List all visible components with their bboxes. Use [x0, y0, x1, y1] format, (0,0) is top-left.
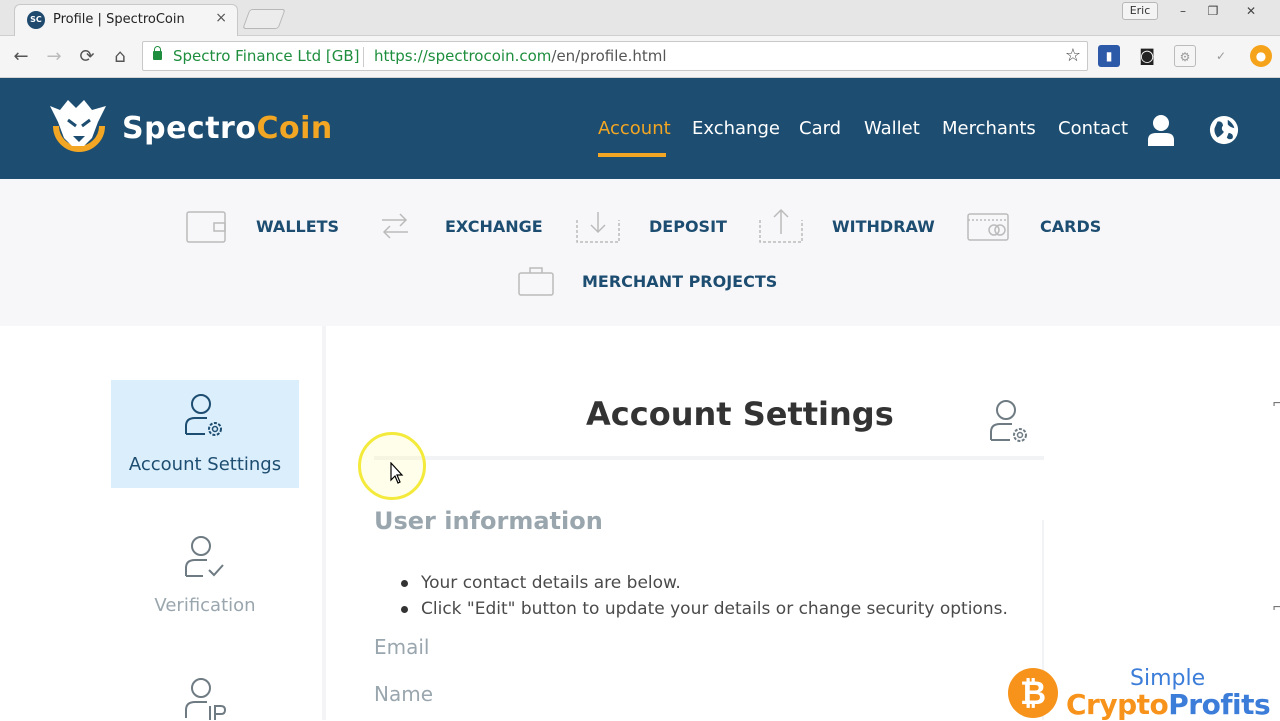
nav-wallet[interactable]: Wallet: [864, 118, 920, 139]
site-header: SpectroCoin Account Exchange Card Wallet…: [0, 78, 1280, 179]
home-icon[interactable]: ⌂: [108, 45, 132, 69]
url-text[interactable]: https://spectrocoin.com/en/profile.html: [374, 47, 667, 65]
spectrocoin-favicon-icon: SC: [27, 11, 45, 29]
reload-icon[interactable]: ⟳: [75, 45, 99, 69]
site-logo-text[interactable]: SpectroCoin: [122, 111, 333, 146]
nav-exchange[interactable]: Exchange: [692, 118, 780, 139]
user-settings-icon: [185, 394, 222, 436]
info-bullet-list: Your contact details are below. Click "E…: [401, 572, 1008, 624]
wallet-icon: [186, 211, 226, 243]
url-host: https://spectrocoin.com: [374, 47, 552, 65]
check-extension-icon[interactable]: ✓: [1210, 45, 1232, 67]
ev-certificate-label: Spectro Finance Ltd [GB]: [173, 47, 360, 65]
edge-glyph: ⌐: [1272, 600, 1280, 616]
sidebar-verification-label: Verification: [154, 595, 256, 616]
star-icon[interactable]: ☆: [1065, 45, 1081, 66]
sidebar-item-verification[interactable]: Verification: [111, 520, 299, 624]
incognito-extension-icon[interactable]: ◙: [1136, 45, 1158, 67]
subnav-deposit-label: DEPOSIT: [649, 217, 727, 236]
subnav-withdraw[interactable]: WITHDRAW: [759, 208, 935, 244]
subnav-merchant-projects-label: MERCHANT PROJECTS: [582, 272, 778, 291]
tab-close-icon[interactable]: ×: [215, 10, 227, 26]
subnav-withdraw-label: WITHDRAW: [832, 217, 935, 236]
subnav-wallets[interactable]: WALLETS: [186, 208, 340, 244]
settings-extension-icon[interactable]: ⚙: [1174, 45, 1196, 67]
user-check-icon: [185, 536, 224, 577]
title-divider: [374, 456, 1044, 460]
edge-glyph: ⌐: [1272, 396, 1280, 412]
logo-coin: Coin: [256, 111, 333, 146]
bookmark-extension-icon[interactable]: ▮: [1098, 45, 1120, 67]
page-title: Account Settings: [586, 395, 894, 433]
briefcase-icon: [518, 267, 554, 296]
back-icon[interactable]: ←: [9, 45, 33, 69]
nav-merchants[interactable]: Merchants: [942, 118, 1036, 139]
deposit-icon: [576, 212, 620, 243]
url-path: /en/profile.html: [551, 47, 667, 65]
sidebar-divider: [322, 326, 326, 720]
subnav-cards-label: CARDS: [1040, 217, 1102, 236]
watermark-line2: CryptoProfits: [1066, 688, 1271, 721]
sidebar-item-ip[interactable]: [111, 670, 299, 720]
logo-spectro: Spectro: [122, 111, 257, 146]
sidebar-item-account-settings[interactable]: Account Settings: [111, 380, 299, 488]
browser-tab[interactable]: SC Profile | SpectroCoin ×: [14, 4, 238, 36]
user-profile-icon[interactable]: [1146, 114, 1176, 146]
forward-icon[interactable]: →: [42, 45, 66, 69]
browser-tab-bar: SC Profile | SpectroCoin × Eric – ❐ ✕: [0, 0, 1280, 36]
user-ip-icon: [185, 678, 227, 720]
list-item: Click "Edit" button to update your detai…: [401, 598, 1008, 624]
lock-icon: [153, 46, 162, 60]
minimize-button[interactable]: –: [1170, 2, 1196, 20]
subnav-deposit[interactable]: DEPOSIT: [576, 208, 727, 244]
shield-extension-icon[interactable]: ●: [1250, 45, 1272, 67]
exchange-arrows-icon: [382, 213, 408, 239]
spectrocoin-logo-icon[interactable]: [46, 96, 112, 160]
browser-toolbar: ← → ⟳ ⌂ Spectro Finance Ltd [GB] https:/…: [0, 36, 1280, 78]
subnav-merchant-projects[interactable]: MERCHANT PROJECTS: [518, 263, 777, 299]
section-title: User information: [374, 507, 603, 535]
watermark-profits: Profits: [1168, 688, 1271, 721]
nav-contact[interactable]: Contact: [1058, 118, 1128, 139]
name-label: Name: [374, 682, 434, 706]
withdraw-icon: [759, 208, 803, 243]
mouse-cursor-icon: [390, 462, 404, 484]
active-nav-underline: [598, 153, 666, 157]
omnibox-divider: [363, 47, 364, 67]
subnav-exchange[interactable]: EXCHANGE: [378, 208, 543, 244]
account-subnav: WALLETS EXCHANGE DEPOSIT WITHDRAW CARDS: [0, 179, 1280, 326]
bitcoin-icon: ₿: [1008, 668, 1058, 718]
close-window-button[interactable]: ✕: [1238, 2, 1264, 20]
watermark-crypto: Crypto: [1066, 688, 1169, 721]
restore-button[interactable]: ❐: [1200, 2, 1226, 20]
subnav-exchange-label: EXCHANGE: [445, 217, 543, 236]
globe-language-icon[interactable]: [1209, 114, 1239, 146]
profile-chip[interactable]: Eric: [1122, 2, 1158, 20]
account-settings-header-icon: [990, 400, 1027, 442]
subnav-cards[interactable]: CARDS: [967, 208, 1101, 244]
tab-title: Profile | SpectroCoin: [53, 12, 185, 27]
address-bar[interactable]: Spectro Finance Ltd [GB] https://spectro…: [142, 41, 1088, 71]
nav-account[interactable]: Account: [598, 118, 671, 139]
sidebar-account-settings-label: Account Settings: [128, 454, 282, 475]
new-tab-button[interactable]: [242, 9, 286, 29]
nav-card[interactable]: Card: [799, 118, 841, 139]
subnav-wallets-label: WALLETS: [256, 217, 340, 236]
email-label: Email: [374, 635, 430, 659]
channel-watermark: ₿ Simple CryptoProfits: [1006, 666, 1276, 721]
list-item: Your contact details are below.: [401, 572, 1008, 598]
card-icon: [967, 213, 1009, 241]
